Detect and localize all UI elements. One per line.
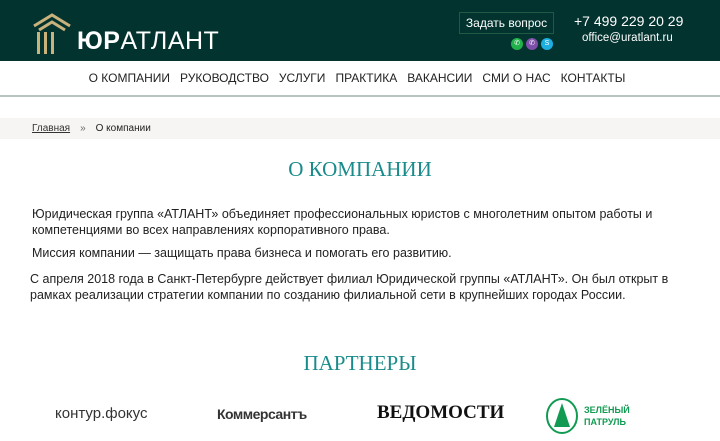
partners-title: ПАРТНЕРЫ: [303, 351, 417, 375]
breadcrumb-home[interactable]: Главная: [32, 123, 70, 134]
partner-kontur-logo[interactable]: контур.фокус: [55, 405, 147, 422]
breadcrumb-current: О компании: [95, 123, 151, 134]
breadcrumb: Главная » О компании: [0, 118, 720, 139]
viber-icon[interactable]: ✆: [526, 38, 538, 50]
partner-green-patrol-logo[interactable]: ЗЕЛЁНЫЙ ПАТРУЛЬ: [584, 404, 630, 428]
partner-kommersant-logo[interactable]: Коммерсантъ: [217, 406, 307, 422]
brand-bold: ЮР: [77, 27, 121, 55]
nav-contacts[interactable]: КОНТАКТЫ: [561, 71, 626, 85]
site-header: ЮРАТЛАНТ Задать вопрос ✆ ✆ S +7 499 229 …: [0, 0, 720, 61]
breadcrumb-separator: »: [80, 123, 86, 134]
skype-icon[interactable]: S: [541, 38, 553, 50]
ask-question-button[interactable]: Задать вопрос: [459, 12, 554, 34]
branch-paragraph: С апреля 2018 года в Санкт-Петербурге де…: [30, 272, 669, 302]
nav-management[interactable]: РУКОВОДСТВО: [180, 71, 269, 85]
nav-media[interactable]: СМИ О НАС: [482, 71, 550, 85]
page-title: О КОМПАНИИ: [288, 157, 432, 181]
phone-link[interactable]: +7 499 229 20 29: [574, 13, 683, 29]
mission-paragraph: Миссия компании — защищать права бизнеса…: [32, 246, 452, 260]
nav-practice[interactable]: ПРАКТИКА: [335, 71, 397, 85]
patrol-line-1: ЗЕЛЁНЫЙ: [584, 405, 630, 415]
brand-rest: АТЛАНТ: [120, 27, 220, 55]
intro-paragraph: Юридическая группа «АТЛАНТ» объединяет п…: [32, 207, 653, 237]
logo-icon[interactable]: [32, 12, 72, 54]
whatsapp-icon[interactable]: ✆: [511, 38, 523, 50]
nav-about[interactable]: О КОМПАНИИ: [89, 71, 170, 85]
nav-vacancies[interactable]: ВАКАНСИИ: [407, 71, 472, 85]
email-link[interactable]: office@uratlant.ru: [582, 32, 673, 44]
main-nav: О КОМПАНИИ РУКОВОДСТВО УСЛУГИ ПРАКТИКА В…: [0, 61, 720, 97]
patrol-line-2: ПАТРУЛЬ: [584, 417, 626, 427]
tree-globe-icon: [546, 398, 578, 434]
brand-name[interactable]: ЮРАТЛАНТ: [77, 27, 219, 56]
partner-vedomosti-logo[interactable]: ВЕДОМОСТИ: [377, 402, 504, 424]
nav-services[interactable]: УСЛУГИ: [279, 71, 326, 85]
